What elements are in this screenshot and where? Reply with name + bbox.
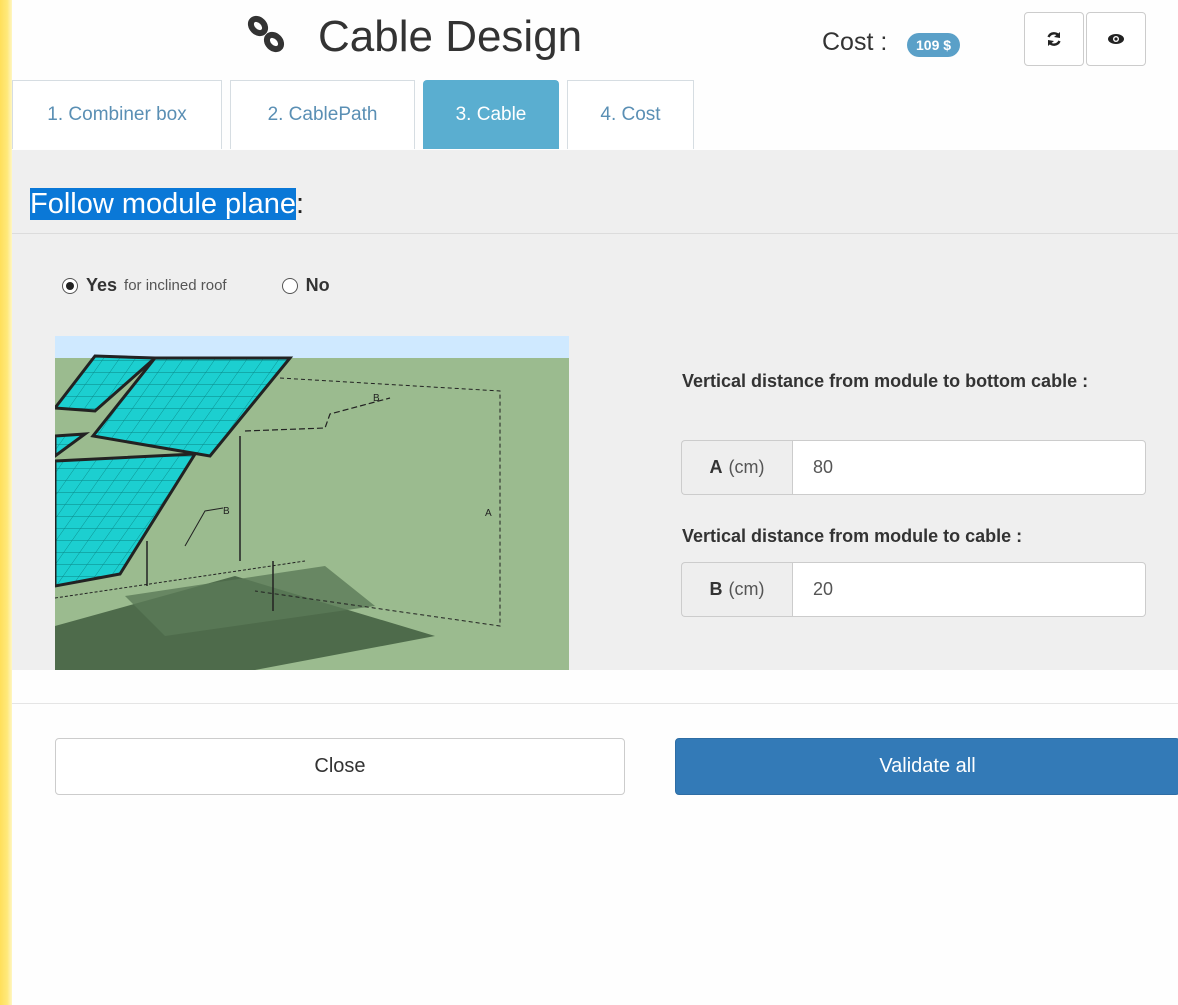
preview-button[interactable]: [1086, 12, 1146, 66]
radio-yes[interactable]: Yes for inclined roof: [62, 275, 227, 296]
field-b-unit: (cm): [728, 579, 765, 599]
field-a-label: Vertical distance from module to bottom …: [682, 371, 1089, 391]
field-b-group: B (cm) 20: [681, 562, 1146, 617]
section-title-suffix: :: [295, 188, 305, 220]
page-title: Cable Design: [318, 12, 583, 61]
header: Cable Design Cost : 109 $: [12, 0, 1178, 80]
refresh-icon: [1047, 32, 1061, 46]
field-a-input[interactable]: 80: [792, 440, 1146, 495]
radio-yes-circle[interactable]: [62, 277, 78, 294]
cost-label: Cost :: [822, 28, 888, 56]
cable-illustration: B B A: [55, 336, 569, 670]
radio-no[interactable]: No: [281, 275, 330, 296]
section-title-highlight: Follow module plane: [30, 188, 296, 220]
validate-all-button[interactable]: Validate all: [675, 738, 1178, 795]
tab-cost[interactable]: 4. Cost: [567, 80, 694, 149]
label-a: A: [485, 508, 492, 519]
field-b-input[interactable]: 20: [792, 562, 1146, 617]
field-b-letter: B: [709, 579, 723, 599]
link-icon: [247, 15, 285, 53]
section-title: Follow module plane:: [30, 188, 304, 221]
field-a-letter: A: [709, 457, 723, 477]
field-a-addon: A (cm): [681, 440, 792, 495]
refresh-button[interactable]: [1024, 12, 1084, 66]
divider: [12, 233, 1178, 234]
eye-icon: [1108, 34, 1124, 44]
field-a-group: A (cm) 80: [681, 440, 1146, 495]
radio-yes-label: Yes: [86, 275, 118, 295]
tab-cablepath[interactable]: 2. CablePath: [230, 80, 415, 149]
radio-no-label: No: [305, 275, 330, 295]
label-b-bottom: B: [223, 506, 230, 517]
side-accent-bar: [0, 0, 12, 1005]
footer-divider: [12, 703, 1178, 704]
follow-plane-options: Yes for inclined roof No: [62, 275, 330, 296]
tab-bar: 1. Combiner box 2. CablePath 3. Cable 4.…: [12, 80, 1178, 151]
field-a-unit: (cm): [728, 457, 765, 477]
field-b-addon: B (cm): [681, 562, 792, 617]
radio-yes-hint: for inclined roof: [124, 277, 227, 294]
field-b-label: Vertical distance from module to cable :: [682, 526, 1023, 546]
tab-cable[interactable]: 3. Cable: [423, 80, 559, 149]
label-b-top: B: [373, 393, 380, 404]
cable-panel: Follow module plane: Yes for inclined ro…: [12, 150, 1178, 670]
tab-combiner-box[interactable]: 1. Combiner box: [12, 80, 222, 149]
close-button[interactable]: Close: [55, 738, 625, 795]
radio-no-circle[interactable]: [281, 277, 298, 294]
cost-badge: 109 $: [907, 33, 961, 57]
